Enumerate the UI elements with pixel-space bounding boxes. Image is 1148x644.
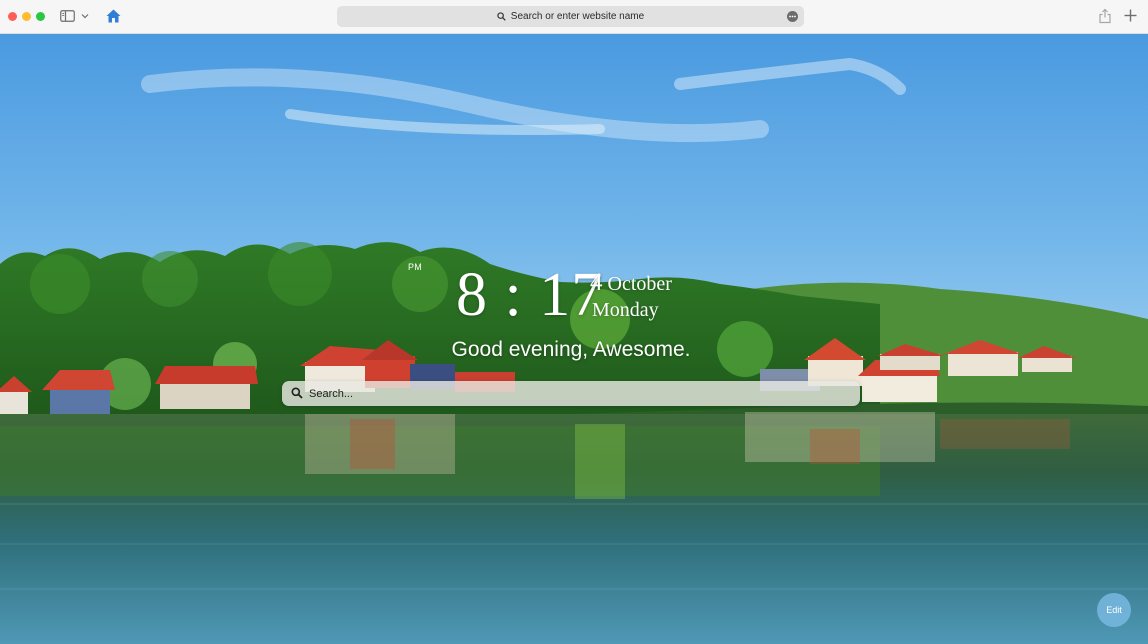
search-icon xyxy=(291,387,303,399)
zoom-window-button[interactable] xyxy=(36,12,45,21)
chevron-down-icon[interactable] xyxy=(81,13,89,19)
date-block: 4 October Monday xyxy=(590,270,672,323)
date-line: 4 October xyxy=(590,270,672,297)
share-icon[interactable] xyxy=(1098,8,1112,24)
address-bar[interactable]: Search or enter website name xyxy=(337,6,804,27)
more-icon[interactable] xyxy=(787,11,798,22)
browser-window: Search or enter website name PM 8: 17 4… xyxy=(0,0,1148,644)
date-day: 4 xyxy=(590,269,603,296)
address-placeholder: Search or enter website name xyxy=(510,11,645,22)
search-box[interactable] xyxy=(282,381,860,406)
clock-time: 8 : 17 xyxy=(456,261,604,329)
browser-toolbar: Search or enter website name xyxy=(0,0,1148,34)
close-window-button[interactable] xyxy=(8,12,17,21)
search-icon xyxy=(497,12,506,21)
sidebar-icon[interactable] xyxy=(60,10,75,22)
edit-button[interactable]: Edit xyxy=(1097,593,1131,627)
am-pm-label: PM xyxy=(408,262,423,272)
search-input[interactable] xyxy=(309,383,849,404)
date-weekday: Monday xyxy=(592,299,659,321)
greeting-text: Good evening, Awesome. xyxy=(451,338,691,361)
minimize-window-button[interactable] xyxy=(22,12,31,21)
plus-icon[interactable] xyxy=(1124,9,1137,22)
new-tab-page: PM 8 : 17 4 October Monday Good evening,… xyxy=(0,34,1148,644)
address-bar-content: Search or enter website name xyxy=(337,6,804,27)
home-icon[interactable] xyxy=(106,9,121,23)
date-month: October xyxy=(607,273,672,295)
